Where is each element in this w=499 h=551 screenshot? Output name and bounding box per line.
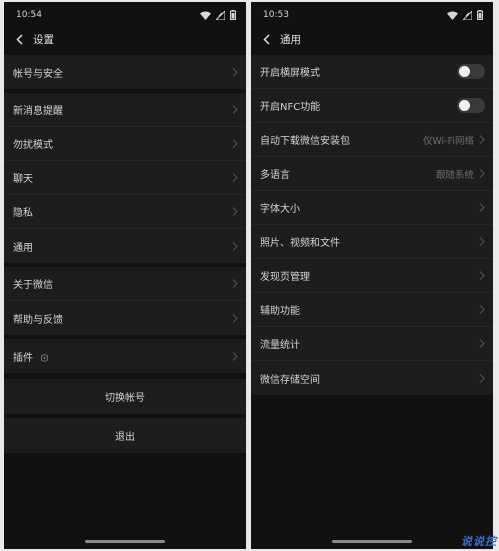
home-indicator[interactable] [332,540,412,543]
nav-bar: 通用 [251,28,493,50]
settings-item-label: 隐私 [13,208,33,219]
general-item-storage[interactable]: 微信存储空间 [251,361,493,395]
toggle-knob [459,66,470,77]
general-item-value: 仅Wi-Fi网络 [422,135,474,147]
chevron-right-icon [232,139,238,148]
general-item-label: 照片、视频和文件 [260,238,340,249]
settings-item-label: 帮助与反馈 [13,314,63,326]
general-settings-screen: 10:53 通用 开启横屏模式 开启NFC功能 自动下载微信安装包 仅Wi-Fi… [251,2,493,549]
nfc-toggle[interactable] [457,98,485,113]
chevron-right-icon [232,351,238,361]
chevron-right-icon [232,67,238,77]
settings-item-label-wrap: 插件 [13,349,232,364]
general-item-font-size[interactable]: 字体大小 [251,191,493,225]
plugin-icon [41,353,49,362]
status-time: 10:53 [263,10,289,20]
wifi-icon [200,11,211,20]
settings-item-label: 聊天 [13,174,33,185]
general-item-label: 多语言 [260,170,290,181]
settings-item-notifications[interactable]: 新消息提醒 [4,93,246,127]
general-item-accessibility[interactable]: 辅助功能 [251,293,493,327]
settings-group-plugins: 插件 [4,339,246,373]
settings-item-about[interactable]: 关于微信 [4,267,246,301]
back-button[interactable] [259,32,273,46]
general-item-data-usage[interactable]: 流量统计 [251,327,493,361]
chevron-right-icon [479,237,485,246]
page-title: 通用 [280,33,301,46]
general-item-label: 开启横屏模式 [260,68,320,79]
general-item-label: 自动下载微信安装包 [260,136,350,147]
chevron-right-icon [479,271,485,280]
general-item-label: 辅助功能 [260,306,300,317]
chevron-right-icon [479,135,485,144]
back-arrow-icon [15,33,23,45]
general-settings-list: 开启横屏模式 开启NFC功能 自动下载微信安装包 仅Wi-Fi网络 多语言 跟随… [251,55,493,395]
status-bar: 10:54 [4,2,246,28]
status-bar: 10:53 [251,2,493,28]
settings-item-chat[interactable]: 聊天 [4,161,246,195]
settings-item-label: 插件 [13,352,33,364]
general-item-label: 微信存储空间 [260,374,320,386]
signal-icon [463,10,472,20]
general-item-label: 开启NFC功能 [260,102,321,113]
chevron-right-icon [232,105,238,114]
switch-account-button[interactable]: 切换帐号 [4,379,246,414]
settings-item-privacy[interactable]: 隐私 [4,195,246,229]
chevron-right-icon [479,169,485,178]
wifi-icon [447,11,458,20]
nav-bar: 设置 [4,28,246,50]
chevron-right-icon [232,241,238,251]
battery-icon [477,10,483,20]
general-item-language[interactable]: 多语言 跟随系统 [251,157,493,191]
general-item-landscape-mode: 开启横屏模式 [251,55,493,89]
chevron-right-icon [479,373,485,383]
general-item-media-files[interactable]: 照片、视频和文件 [251,225,493,259]
page-title: 设置 [33,33,54,46]
settings-item-label: 通用 [13,242,33,254]
status-time: 10:54 [16,10,42,20]
general-item-nfc: 开启NFC功能 [251,89,493,123]
toggle-knob [459,100,470,111]
chevron-right-icon [479,339,485,348]
settings-item-plugins[interactable]: 插件 [4,339,246,373]
general-item-label: 流量统计 [260,340,300,351]
settings-screen: 10:54 设置 帐号与安全 新消息提醒 勿扰模式 聊天 隐私 通用 关于微信 … [4,2,246,549]
settings-item-label: 关于微信 [13,280,53,291]
settings-item-do-not-disturb[interactable]: 勿扰模式 [4,127,246,161]
back-arrow-icon [262,33,270,45]
settings-group-main: 新消息提醒 勿扰模式 聊天 隐私 通用 [4,93,246,263]
chevron-right-icon [479,305,485,314]
chevron-right-icon [232,173,238,182]
chevron-right-icon [232,207,238,216]
general-item-value: 跟随系统 [435,169,474,181]
watermark-text: 说说控 [461,535,497,548]
landscape-mode-toggle[interactable] [457,64,485,79]
settings-item-general[interactable]: 通用 [4,229,246,263]
settings-item-label: 勿扰模式 [13,140,53,151]
home-indicator[interactable] [85,540,165,543]
chevron-right-icon [232,279,238,288]
settings-item-account-security[interactable]: 帐号与安全 [4,55,246,89]
settings-item-help-feedback[interactable]: 帮助与反馈 [4,301,246,335]
general-item-label: 字体大小 [260,204,300,215]
chevron-right-icon [232,313,238,323]
settings-item-label: 新消息提醒 [13,106,63,117]
back-button[interactable] [12,32,26,46]
general-item-label: 发现页管理 [260,272,310,283]
signal-icon [216,10,225,20]
battery-icon [230,10,236,20]
settings-group-about: 关于微信 帮助与反馈 [4,267,246,335]
logout-button[interactable]: 退出 [4,418,246,453]
general-item-auto-download[interactable]: 自动下载微信安装包 仅Wi-Fi网络 [251,123,493,157]
chevron-right-icon [479,203,485,212]
general-item-discover-management[interactable]: 发现页管理 [251,259,493,293]
settings-item-label: 帐号与安全 [13,68,63,80]
settings-group-account: 帐号与安全 [4,55,246,89]
